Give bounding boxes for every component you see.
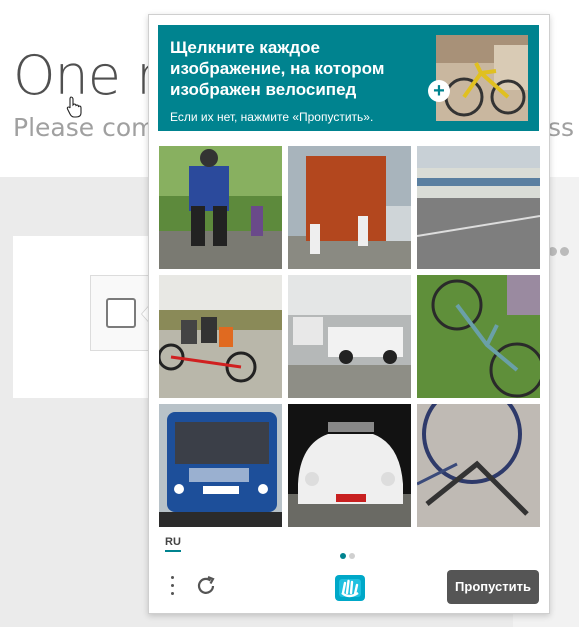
language-selector[interactable]: RU bbox=[165, 536, 181, 552]
challenge-prompt: Щелкните каждое изображение, на котором … bbox=[158, 25, 539, 131]
captcha-challenge-popup: Щелкните каждое изображение, на котором … bbox=[148, 14, 550, 614]
prompt-hint: Если их нет, нажмите «Пропустить». bbox=[170, 110, 374, 124]
loading-dots bbox=[548, 243, 572, 261]
image-tile-3[interactable] bbox=[417, 146, 540, 269]
image-tile-8[interactable] bbox=[288, 404, 411, 527]
hand-cursor-icon bbox=[66, 96, 82, 118]
prompt-instruction: Щелкните каждое изображение, на котором … bbox=[170, 38, 385, 99]
image-grid bbox=[159, 146, 540, 527]
image-tile-2[interactable] bbox=[288, 146, 411, 269]
image-tile-6[interactable] bbox=[417, 275, 540, 398]
image-tile-4[interactable] bbox=[159, 275, 282, 398]
page-title: One r bbox=[13, 44, 158, 107]
menu-icon[interactable] bbox=[168, 576, 176, 602]
refresh-icon[interactable] bbox=[194, 574, 218, 598]
page-indicator bbox=[340, 546, 358, 564]
skip-button[interactable]: Пропустить bbox=[447, 570, 539, 604]
image-tile-9[interactable] bbox=[417, 404, 540, 527]
plus-icon: + bbox=[428, 80, 450, 102]
image-tile-5[interactable] bbox=[288, 275, 411, 398]
captcha-checkbox[interactable] bbox=[106, 298, 136, 328]
page-subtitle-right: ss bbox=[548, 113, 575, 142]
example-image bbox=[436, 35, 528, 121]
hcaptcha-logo-icon bbox=[335, 575, 365, 601]
image-tile-1[interactable] bbox=[159, 146, 282, 269]
page-dot-active bbox=[340, 553, 346, 559]
page-dot bbox=[349, 553, 355, 559]
image-tile-7[interactable] bbox=[159, 404, 282, 527]
page-subtitle: Please com bbox=[13, 113, 156, 142]
